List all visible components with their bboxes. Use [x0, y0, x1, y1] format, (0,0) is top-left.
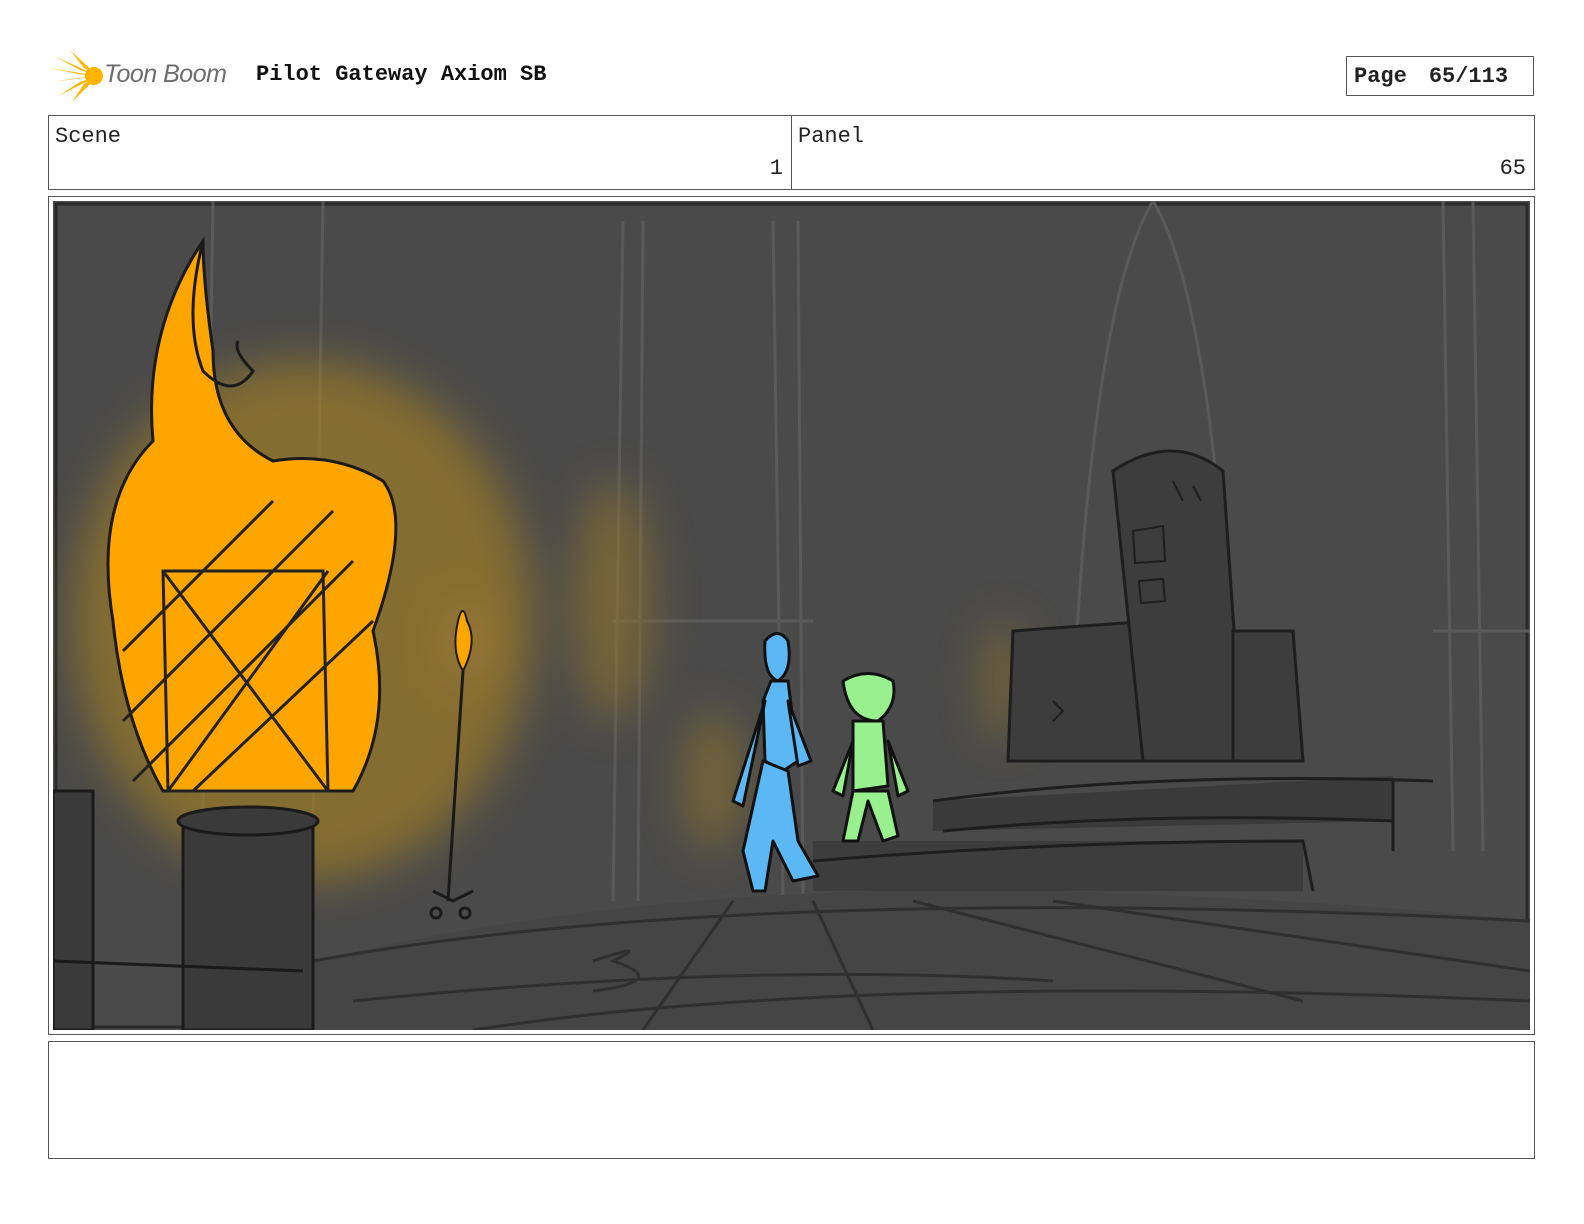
scene-value: 1	[769, 156, 783, 181]
panel-value: 65	[1499, 156, 1526, 181]
page-label: Page	[1354, 63, 1407, 89]
storyboard-panel-frame	[48, 196, 1535, 1035]
brand-name: Toon Boom	[104, 60, 227, 88]
storyboard-title: Pilot Gateway Axiom SB	[256, 62, 547, 87]
notes-box	[48, 1041, 1535, 1159]
scene-label: Scene	[55, 124, 122, 149]
page-number: 65/113	[1428, 63, 1509, 89]
scene-cell: Scene 1	[49, 116, 791, 189]
panel-cell: Panel 65	[791, 116, 1534, 189]
scene-panel-info: Scene 1 Panel 65	[48, 115, 1535, 190]
storyboard-sketch-image	[53, 201, 1530, 1030]
page-indicator: Page 65/113	[1346, 56, 1534, 96]
panel-label: Panel	[798, 124, 865, 149]
